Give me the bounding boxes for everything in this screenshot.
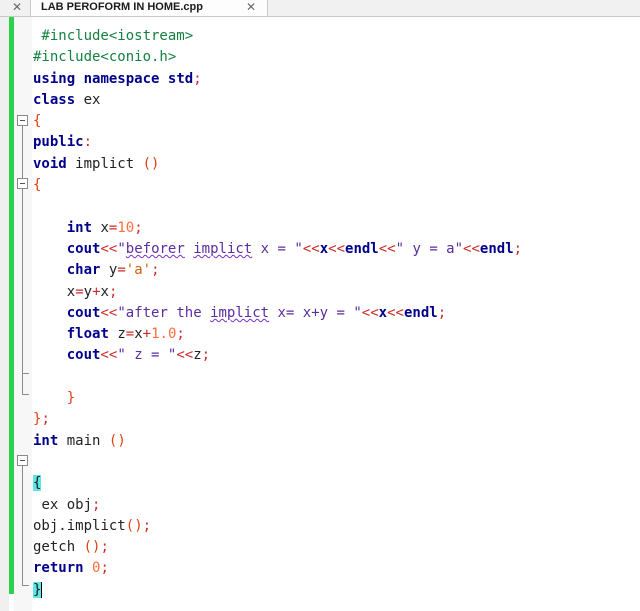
- code-line[interactable]: }: [33, 388, 640, 409]
- code-line[interactable]: [33, 196, 640, 217]
- code-line[interactable]: int x=10;: [33, 218, 640, 239]
- code-line[interactable]: {: [33, 473, 640, 494]
- tab-title: LAB PEROFORM IN HOME.cpp: [41, 1, 203, 13]
- code-line[interactable]: class ex: [33, 90, 640, 111]
- fold-collapse-icon[interactable]: [17, 115, 28, 126]
- text-caret: [41, 581, 43, 598]
- fold-gutter: [14, 17, 32, 611]
- code-line[interactable]: void implict (): [33, 154, 640, 175]
- fold-line: [22, 189, 23, 373]
- code-line[interactable]: {: [33, 175, 640, 196]
- code-line[interactable]: int main (): [33, 431, 640, 452]
- close-icon[interactable]: ✕: [10, 0, 24, 14]
- code-line[interactable]: using namespace std;: [33, 69, 640, 90]
- code-line[interactable]: return 0;: [33, 558, 640, 579]
- fold-line: [22, 466, 23, 585]
- code-line[interactable]: ex obj;: [33, 495, 640, 516]
- close-icon[interactable]: ✕: [244, 0, 258, 14]
- code-line[interactable]: #include<conio.h>: [33, 47, 640, 68]
- code-line[interactable]: cout<<" z = "<<z;: [33, 345, 640, 366]
- code-line[interactable]: x=y+x;: [33, 282, 640, 303]
- code-line[interactable]: float z=x+1.0;: [33, 324, 640, 345]
- code-line[interactable]: char y='a';: [33, 260, 640, 281]
- fold-collapse-icon[interactable]: [17, 178, 28, 189]
- code-line[interactable]: {: [33, 111, 640, 132]
- code-line[interactable]: getch ();: [33, 537, 640, 558]
- code-line[interactable]: [33, 367, 640, 388]
- tab-file[interactable]: LAB PEROFORM IN HOME.cpp: [30, 0, 268, 16]
- fold-end-marker: [22, 373, 29, 374]
- code-editor[interactable]: #include<iostream> #include<conio.h> using…: [33, 26, 640, 601]
- fold-end-marker: [22, 585, 29, 586]
- code-line[interactable]: cout<<"after the implict x= x+y = "<<x<<…: [33, 303, 640, 324]
- code-line[interactable]: }: [33, 580, 640, 601]
- code-line[interactable]: };: [33, 409, 640, 430]
- code-line[interactable]: [33, 452, 640, 473]
- code-line[interactable]: cout<<"beforer implict x = "<<x<<endl<<"…: [33, 239, 640, 260]
- code-line[interactable]: public:: [33, 132, 640, 153]
- code-line[interactable]: #include<iostream>: [33, 26, 640, 47]
- fold-end-marker: [22, 394, 29, 395]
- code-line[interactable]: obj.implict();: [33, 516, 640, 537]
- fold-collapse-icon[interactable]: [17, 455, 28, 466]
- tab-strip: ✕ LAB PEROFORM IN HOME.cpp ✕: [0, 0, 640, 17]
- left-margin: [0, 17, 9, 611]
